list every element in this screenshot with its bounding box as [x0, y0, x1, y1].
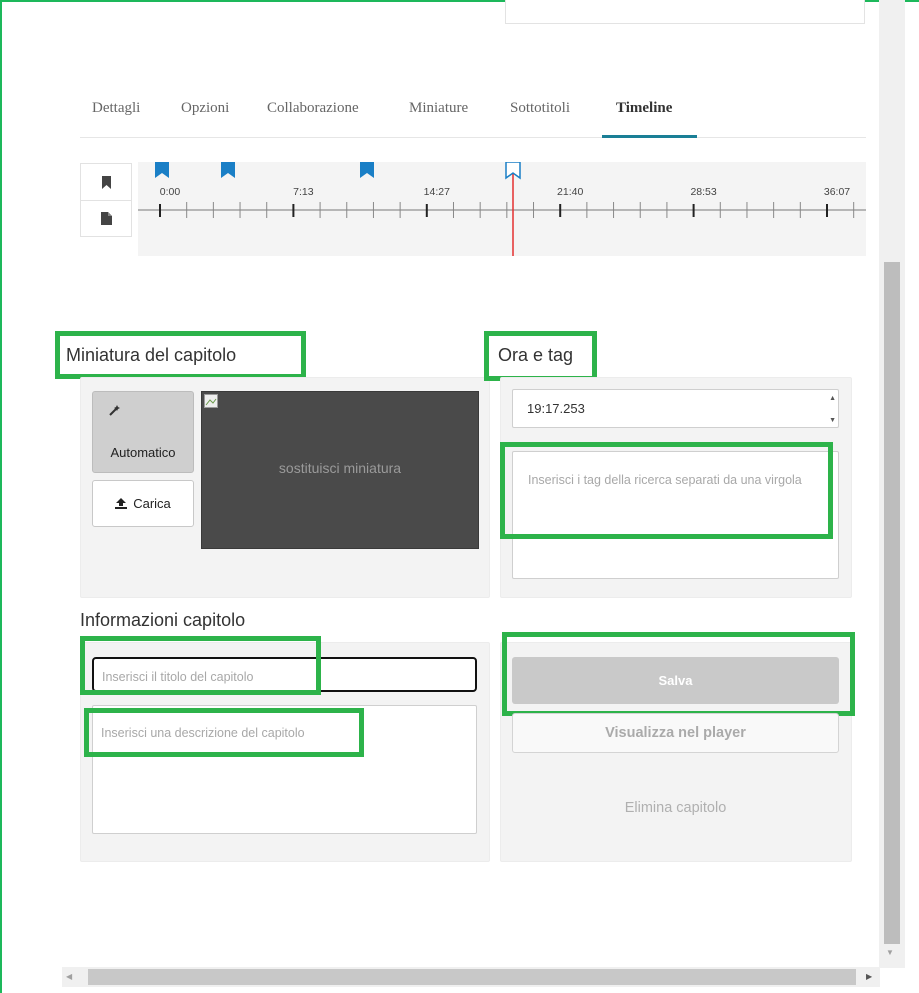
bookmark-tool-button[interactable] [81, 164, 131, 200]
timeline-tool-group [80, 163, 132, 237]
timeline-tick-label: 36:07 [824, 186, 850, 198]
tab-timeline[interactable]: Timeline [616, 100, 672, 117]
tab-opzioni[interactable]: Opzioni [181, 100, 229, 117]
chapter-marker-icon[interactable] [360, 162, 374, 178]
active-tab-indicator [602, 135, 697, 138]
top-panel-edge [505, 0, 865, 24]
chapter-description-input[interactable]: Inserisci una descrizione del capitolo [92, 705, 477, 834]
title-placeholder: Inserisci il titolo del capitolo [102, 670, 254, 684]
time-tags-heading: Ora e tag [498, 345, 574, 365]
tab-collaborazione[interactable]: Collaborazione [267, 100, 359, 117]
automatic-label: Automatico [110, 445, 176, 460]
replace-thumbnail-text: sostituisci miniatura [278, 460, 402, 476]
time-input[interactable]: 19:17.253 ▲ ▼ [512, 389, 839, 428]
spin-down-icon[interactable]: ▼ [829, 416, 836, 425]
timeline-ruler[interactable]: 0:00 7:13 14:27 21:40 28:53 36:07 [138, 162, 866, 256]
tab-dettagli[interactable]: Dettagli [92, 100, 140, 117]
bookmark-icon [101, 175, 111, 189]
timeline-tick-label: 14:27 [424, 186, 450, 198]
chapter-marker-icon[interactable] [155, 162, 169, 178]
save-button[interactable]: Salva [512, 657, 839, 704]
chapter-info-heading: Informazioni capitolo [80, 610, 246, 630]
broken-image-icon [204, 394, 218, 408]
timeline-tick-label: 7:13 [293, 186, 314, 198]
scroll-down-arrow-icon[interactable]: ▼ [886, 948, 894, 957]
file-icon [100, 212, 112, 225]
scroll-right-arrow-icon[interactable]: ▶ [866, 972, 872, 981]
magic-wand-icon [109, 405, 120, 416]
delete-chapter-link[interactable]: Elimina capitolo [512, 800, 839, 816]
tab-bar: Dettagli Opzioni Collaborazione Miniatur… [80, 82, 866, 138]
chapter-title-input[interactable]: Inserisci il titolo del capitolo [92, 657, 477, 692]
timeline[interactable]: 0:00 7:13 14:27 21:40 28:53 36:07 [138, 162, 866, 256]
search-tags-input[interactable]: Inserisci i tag della ricerca separati d… [512, 451, 839, 579]
tab-miniature[interactable]: Miniature [409, 100, 468, 117]
chapter-marker-icon[interactable] [221, 162, 235, 178]
chapter-thumbnail-heading: Miniatura del capitolo [66, 345, 237, 365]
tags-placeholder: Inserisci i tag della ricerca separati d… [528, 473, 802, 487]
upload-label: Carica [133, 496, 171, 511]
scroll-left-arrow-icon[interactable]: ◀ [66, 972, 72, 981]
upload-thumbnail-button[interactable]: Carica [92, 480, 194, 527]
file-tool-button[interactable] [81, 200, 131, 236]
spin-up-icon[interactable]: ▲ [829, 394, 836, 403]
vertical-scrollbar-thumb[interactable] [884, 262, 900, 944]
thumbnail-preview[interactable]: sostituisci miniatura [201, 391, 479, 549]
timeline-tick-label: 0:00 [160, 186, 181, 198]
timeline-tick-label: 21:40 [557, 186, 583, 198]
time-value: 19:17.253 [527, 401, 585, 416]
view-in-player-button[interactable]: Visualizza nel player [512, 713, 839, 753]
horizontal-scrollbar-thumb[interactable] [88, 969, 856, 985]
automatic-thumbnail-button[interactable]: Automatico [92, 391, 194, 473]
description-placeholder: Inserisci una descrizione del capitolo [101, 726, 305, 740]
tab-sottotitoli[interactable]: Sottotitoli [510, 100, 570, 117]
upload-icon [115, 498, 128, 509]
timeline-tick-label: 28:53 [690, 186, 716, 198]
